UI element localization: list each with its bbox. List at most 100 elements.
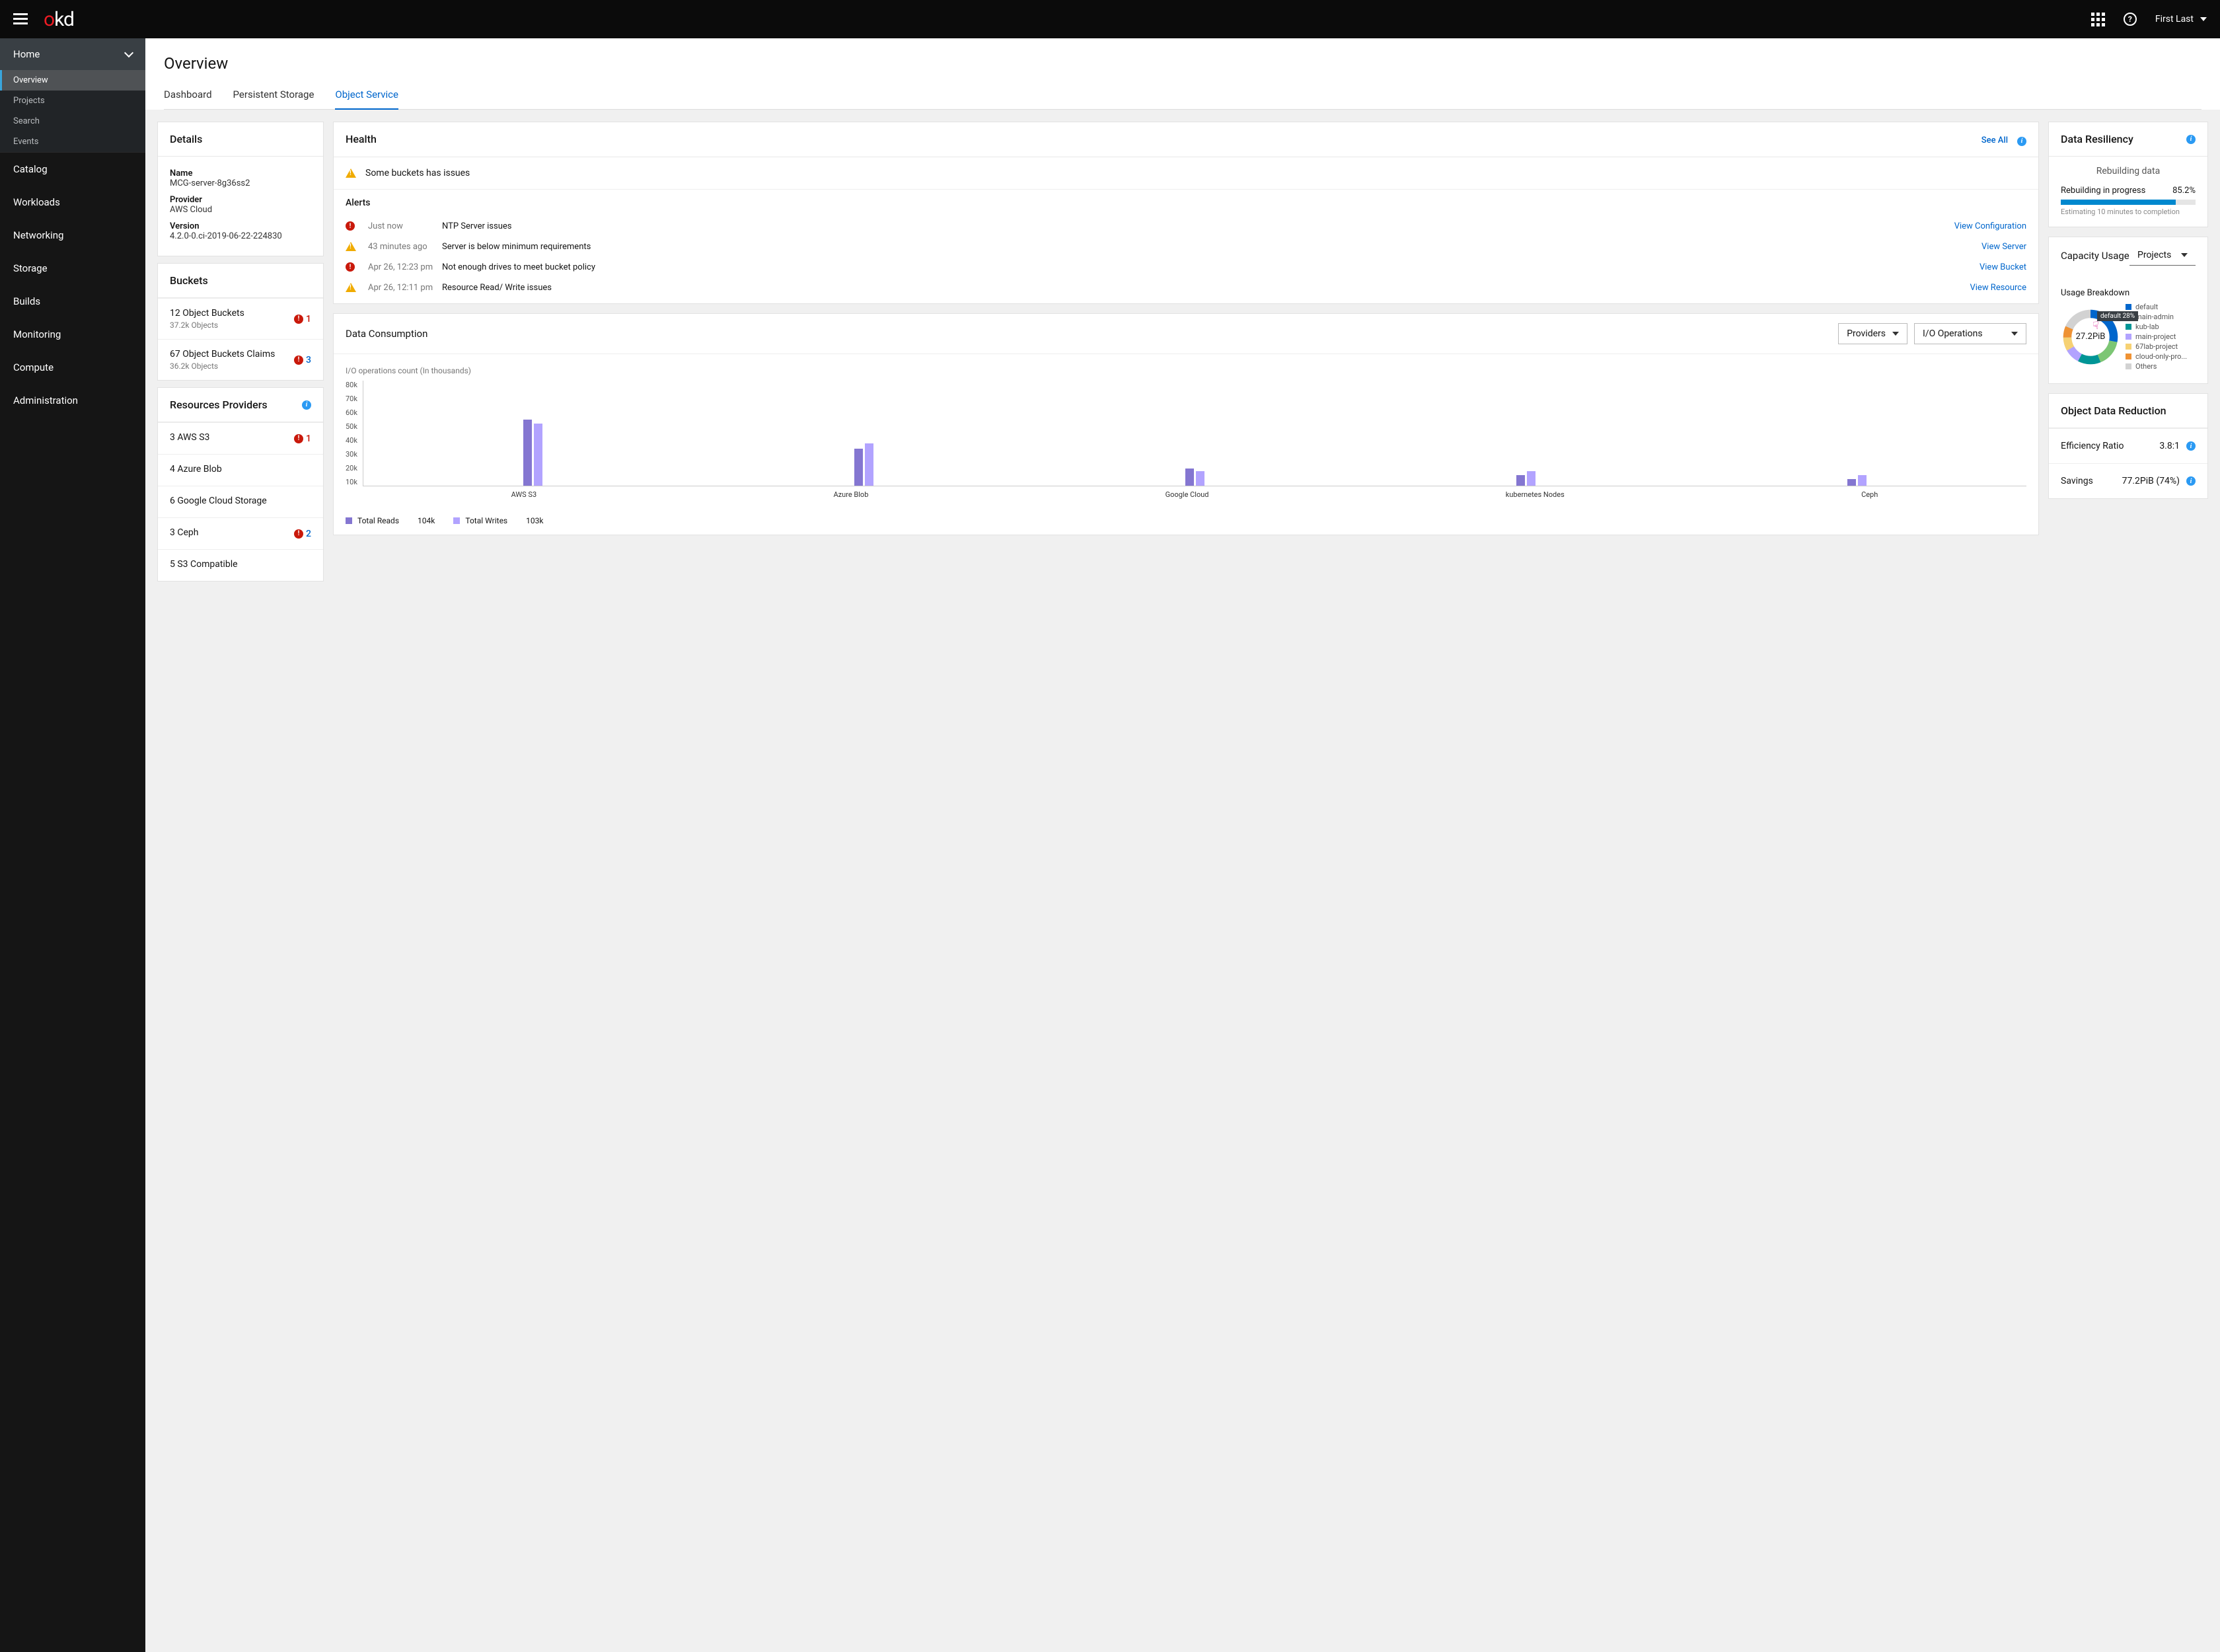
bar[interactable] — [523, 420, 532, 486]
sidebar-item-events[interactable]: Events — [0, 131, 145, 152]
bar[interactable] — [854, 449, 863, 486]
legend-label: main-project — [2135, 332, 2176, 341]
status-badge: ! 1 — [294, 314, 311, 324]
alert-action-link[interactable]: View Configuration — [1954, 221, 2026, 231]
health-actions: See All i — [1981, 133, 2026, 146]
tab-dashboard[interactable]: Dashboard — [164, 89, 212, 109]
legend-writes-label: Total Writes — [465, 516, 507, 525]
dd-label: Projects — [2137, 250, 2171, 260]
user-menu[interactable]: First Last — [2155, 14, 2207, 24]
efficiency-label: Efficiency Ratio — [2061, 441, 2124, 451]
tab-persistent-storage[interactable]: Persistent Storage — [233, 89, 314, 109]
providers-dropdown[interactable]: Providers — [1838, 323, 1907, 344]
name-value: MCG-server-8g36ss2 — [170, 178, 311, 188]
efficiency-value: 3.8:1 — [2159, 441, 2180, 451]
provider-row[interactable]: 3 Ceph ! 2 — [158, 517, 323, 549]
alert-text: Resource Read/ Write issues — [442, 283, 1962, 293]
sidebar-item-workloads[interactable]: Workloads — [0, 186, 145, 219]
bar[interactable] — [1847, 479, 1856, 486]
bars-zone — [363, 381, 2026, 486]
provider-row[interactable]: 4 Azure Blob — [158, 454, 323, 486]
consumption-card: Data Consumption Providers I/O Operation… — [333, 313, 2039, 535]
sidebar-item-administration[interactable]: Administration — [0, 384, 145, 417]
caret-down-icon — [1892, 332, 1899, 336]
buckets-row[interactable]: 12 Object Buckets 37.2k Objects ! 1 — [158, 298, 323, 339]
bar[interactable] — [865, 443, 873, 486]
efficiency-row: Efficiency Ratio 3.8:1 i — [2049, 428, 2207, 463]
capacity-heading: Capacity Usage — [2061, 250, 2129, 262]
provider-row[interactable]: 3 AWS S3 ! 1 — [158, 422, 323, 454]
provider-row[interactable]: 5 S3 Compatible — [158, 549, 323, 581]
y-tick: 20k — [346, 464, 357, 472]
bar[interactable] — [1196, 471, 1204, 486]
sidebar-home-toggle[interactable]: Home — [0, 38, 145, 70]
sidebar-item-search[interactable]: Search — [0, 111, 145, 131]
bar[interactable] — [1858, 475, 1867, 486]
bar[interactable] — [1527, 471, 1536, 486]
buckets-row-text: 12 Object Buckets 37.2k Objects — [170, 308, 244, 330]
capacity-dropdown[interactable]: Projects — [2129, 245, 2196, 266]
chevron-down-icon — [124, 48, 133, 57]
logo[interactable]: okd — [44, 8, 74, 31]
sidebar-item-builds[interactable]: Builds — [0, 285, 145, 318]
sidebar-item-networking[interactable]: Networking — [0, 219, 145, 252]
swatch-reads — [346, 517, 352, 524]
bar-group — [1516, 471, 1536, 486]
alert-row: 43 minutes ago Server is below minimum r… — [334, 237, 2038, 257]
chart-wrap: I/O operations count (In thousands) 80k … — [334, 354, 2038, 535]
legend-item: cloud-only-pro... — [2126, 352, 2187, 361]
legend-label: default — [2135, 303, 2158, 311]
alert-action-link[interactable]: View Resource — [1970, 283, 2026, 293]
provider-row[interactable]: 6 Google Cloud Storage — [158, 486, 323, 517]
apps-icon[interactable] — [2091, 13, 2105, 26]
sidebar-item-projects[interactable]: Projects — [0, 91, 145, 111]
buckets-row[interactable]: 67 Object Buckets Claims 36.2k Objects !… — [158, 339, 323, 380]
tab-object-service[interactable]: Object Service — [335, 89, 398, 110]
x-axis: AWS S3Azure BlobGoogle Cloudkubernetes N… — [363, 490, 2026, 499]
sidebar-item-monitoring[interactable]: Monitoring — [0, 318, 145, 351]
alert-action-link[interactable]: View Bucket — [1980, 262, 2026, 272]
help-icon[interactable]: ? — [2124, 13, 2137, 26]
provider-row-title: 5 S3 Compatible — [170, 559, 238, 570]
see-all-link[interactable]: See All — [1981, 135, 2008, 145]
consumption-heading: Data Consumption — [346, 328, 1832, 340]
error-icon: ! — [294, 529, 303, 539]
legend-swatch — [2126, 324, 2131, 330]
bar[interactable] — [534, 424, 542, 486]
y-tick: 50k — [346, 422, 357, 431]
alert-action-link[interactable]: View Server — [1981, 242, 2026, 252]
right-column: Data Resiliency i Rebuilding data Rebuil… — [2048, 122, 2208, 499]
provider-row-title: 3 AWS S3 — [170, 432, 209, 443]
info-icon[interactable]: i — [2186, 476, 2196, 486]
help-glyph: ? — [2128, 15, 2132, 24]
alert-text: Not enough drives to meet bucket policy — [442, 262, 1972, 272]
bar[interactable] — [1185, 469, 1194, 486]
savings-value-wrap: 77.2PiB (74%) i — [2122, 476, 2196, 486]
sidebar-item-storage[interactable]: Storage — [0, 252, 145, 285]
sidebar-item-overview[interactable]: Overview — [0, 70, 145, 91]
bar[interactable] — [1516, 475, 1525, 486]
info-icon[interactable]: i — [2186, 135, 2196, 144]
consumption-header: Data Consumption Providers I/O Operation… — [334, 314, 2038, 354]
error-icon: ! — [294, 434, 303, 443]
legend-label: 67lab-project — [2135, 342, 2178, 351]
hamburger-icon[interactable] — [13, 13, 28, 25]
page-header: Overview Dashboard Persistent Storage Ob… — [145, 38, 2220, 110]
buckets-row-title: 67 Object Buckets Claims — [170, 349, 275, 359]
sidebar-item-compute[interactable]: Compute — [0, 351, 145, 384]
sidebar-item-catalog[interactable]: Catalog — [0, 153, 145, 186]
info-icon[interactable]: i — [2186, 441, 2196, 451]
info-icon[interactable]: i — [302, 400, 311, 410]
issue-count: 3 — [306, 355, 311, 365]
donut-chart[interactable]: 27.2PiB default 28% ☟ — [2061, 307, 2120, 367]
legend-item: kub-lab — [2126, 322, 2187, 332]
y-tick: 80k — [346, 381, 357, 389]
savings-label: Savings — [2061, 476, 2093, 486]
providers-card: Resources Providers i 3 AWS S3 ! 1 4 Azu… — [157, 387, 324, 582]
metric-dropdown[interactable]: I/O Operations — [1914, 323, 2026, 344]
provider-row-title: 3 Ceph — [170, 527, 198, 538]
progress-value: 85.2% — [2172, 186, 2196, 196]
page-title: Overview — [164, 54, 2202, 73]
alert-text: NTP Server issues — [442, 221, 1946, 231]
info-icon[interactable]: i — [2017, 137, 2026, 146]
